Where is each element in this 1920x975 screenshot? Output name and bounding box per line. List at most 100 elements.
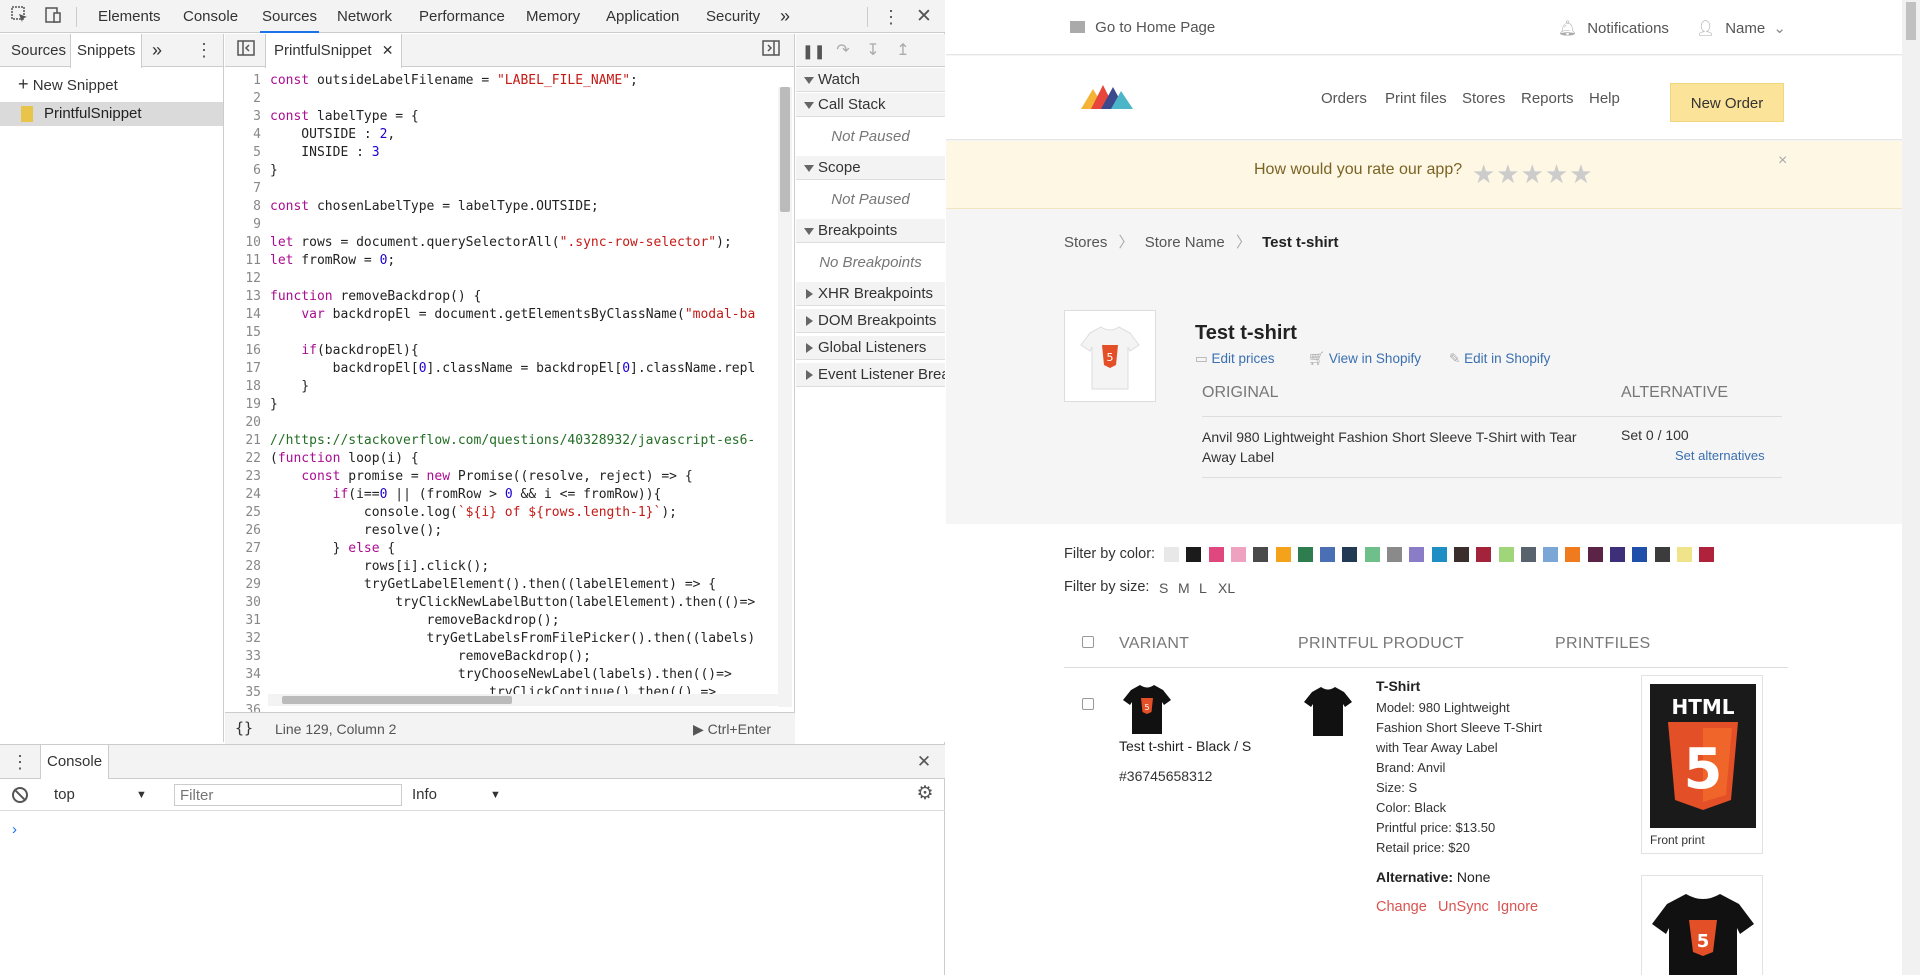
color-swatch[interactable] xyxy=(1565,547,1581,562)
size-filter-s[interactable]: S xyxy=(1159,580,1168,596)
view-in-shopify-link[interactable]: 🛒︎ View in Shopify xyxy=(1308,351,1421,367)
new-order-button[interactable]: New Order xyxy=(1670,83,1784,122)
tab-sources-nav[interactable]: Sources xyxy=(5,34,72,67)
context-select[interactable]: top ▼ xyxy=(52,784,152,806)
color-swatch[interactable] xyxy=(1164,547,1179,562)
color-swatch[interactable] xyxy=(1208,547,1224,562)
watch-section[interactable]: Watch xyxy=(796,68,945,92)
toggle-navigator-icon[interactable] xyxy=(235,40,257,62)
dom-breakpoints-section[interactable]: DOM Breakpoints xyxy=(796,309,945,333)
drawer-menu-icon[interactable]: ⋮ xyxy=(9,751,31,773)
editor-vertical-scrollbar[interactable] xyxy=(778,87,792,707)
home-link[interactable]: Go to Home Page xyxy=(1070,19,1215,36)
breakpoints-section[interactable]: Breakpoints xyxy=(796,219,945,243)
kebab-menu-icon[interactable]: ⋮ xyxy=(880,6,902,28)
breadcrumb-store-name[interactable]: Store Name xyxy=(1145,234,1225,251)
step-over-icon[interactable]: ↷ xyxy=(832,40,854,62)
color-swatch[interactable] xyxy=(1654,547,1670,562)
call-stack-section[interactable]: Call Stack xyxy=(796,93,945,117)
printful-logo[interactable] xyxy=(1081,85,1135,109)
size-filter-l[interactable]: L xyxy=(1199,580,1207,596)
console-filter-input[interactable] xyxy=(174,784,402,806)
set-alternatives-link[interactable]: Set alternatives xyxy=(1675,448,1765,463)
notifications-link[interactable]: 🔔︎ Notifications xyxy=(1558,19,1669,37)
color-swatch[interactable] xyxy=(1320,547,1336,562)
ignore-link[interactable]: Ignore xyxy=(1497,899,1538,915)
close-tab-icon[interactable]: ✕ xyxy=(382,42,394,58)
toggle-debugger-icon[interactable] xyxy=(760,40,782,62)
star-rating[interactable]: ★★★★★ xyxy=(1472,159,1594,190)
snippet-item[interactable]: PrintfulSnippet xyxy=(0,102,223,126)
nav-orders[interactable]: Orders xyxy=(1321,90,1367,107)
tab-memory[interactable]: Memory xyxy=(524,0,582,33)
close-devtools-icon[interactable]: ✕ xyxy=(913,6,935,28)
tab-elements[interactable]: Elements xyxy=(96,0,163,33)
color-swatch[interactable] xyxy=(1230,547,1246,562)
device-toolbar-icon[interactable] xyxy=(42,6,64,28)
color-swatch[interactable] xyxy=(1364,547,1380,562)
tab-security[interactable]: Security xyxy=(704,0,762,33)
color-swatch[interactable] xyxy=(1409,547,1425,562)
color-swatch[interactable] xyxy=(1297,547,1313,562)
event-listener-breakpoints-section[interactable]: Event Listener Breakpoints xyxy=(796,363,945,387)
page-scrollbar[interactable] xyxy=(1902,0,1920,975)
clear-console-icon[interactable] xyxy=(12,787,28,803)
code-lines[interactable]: const outsideLabelFilename = "LABEL_FILE… xyxy=(270,72,785,702)
run-snippet-button[interactable]: ▶ Ctrl+Enter xyxy=(693,721,771,738)
nav-reports[interactable]: Reports xyxy=(1521,90,1574,107)
select-all-checkbox[interactable] xyxy=(1082,636,1094,648)
console-prompt[interactable]: › xyxy=(12,821,17,838)
edit-prices-link[interactable]: ▭ Edit prices xyxy=(1195,351,1275,367)
color-swatch[interactable] xyxy=(1543,547,1559,562)
xhr-breakpoints-section[interactable]: XHR Breakpoints xyxy=(796,282,945,306)
color-swatch[interactable] xyxy=(1498,547,1514,562)
new-snippet-button[interactable]: + New Snippet xyxy=(18,74,118,95)
tab-sources[interactable]: Sources xyxy=(260,0,320,33)
step-out-icon[interactable]: ↥ xyxy=(892,40,914,62)
color-swatch[interactable] xyxy=(1699,547,1715,562)
color-swatch[interactable] xyxy=(1387,547,1402,562)
close-drawer-icon[interactable]: ✕ xyxy=(913,751,935,773)
tab-application[interactable]: Application xyxy=(604,0,681,33)
size-filter-xl[interactable]: XL xyxy=(1218,580,1235,596)
change-link[interactable]: Change xyxy=(1376,899,1427,915)
color-swatch[interactable] xyxy=(1676,547,1692,562)
color-swatch[interactable] xyxy=(1520,547,1536,562)
breadcrumb-stores[interactable]: Stores xyxy=(1064,234,1107,251)
nav-stores[interactable]: Stores xyxy=(1462,90,1505,107)
log-level-select[interactable]: Info ▼ xyxy=(412,784,512,806)
inspect-element-icon[interactable] xyxy=(9,6,31,28)
edit-in-shopify-link[interactable]: ✎ Edit in Shopify xyxy=(1449,351,1550,367)
drawer-tab-console[interactable]: Console xyxy=(40,745,110,779)
printfile-card[interactable]: HTML 5 Front print xyxy=(1641,675,1763,854)
code-editor[interactable]: 1 2 3 4 5 6 7 8 9 10 11 12 13 14 15 16 17 18 19 20 21 22 23 24 2… xyxy=(225,68,795,738)
more-nav-tabs-button[interactable]: » xyxy=(146,34,168,67)
printfile-card-2[interactable]: 5 xyxy=(1641,875,1763,975)
nav-help[interactable]: Help xyxy=(1589,90,1620,107)
tab-performance[interactable]: Performance xyxy=(417,0,507,33)
color-swatch[interactable] xyxy=(1275,547,1291,562)
tab-network[interactable]: Network xyxy=(335,0,394,33)
color-swatch[interactable] xyxy=(1453,547,1469,562)
tab-console[interactable]: Console xyxy=(181,0,240,33)
navigator-menu-icon[interactable]: ⋮ xyxy=(193,39,215,61)
unsync-link[interactable]: UnSync xyxy=(1438,899,1489,915)
color-swatch[interactable] xyxy=(1253,547,1269,562)
editor-horizontal-scrollbar[interactable] xyxy=(268,694,788,706)
user-menu[interactable]: 👤︎ Name ⌄ xyxy=(1696,19,1786,37)
color-swatch[interactable] xyxy=(1476,547,1492,562)
color-swatch[interactable] xyxy=(1587,547,1603,562)
pause-icon[interactable]: ❚❚ xyxy=(802,40,825,62)
scope-section[interactable]: Scope xyxy=(796,156,945,180)
close-banner-icon[interactable]: × xyxy=(1778,152,1787,170)
more-tabs-button[interactable]: » xyxy=(778,0,792,33)
tab-snippets[interactable]: Snippets xyxy=(70,34,143,68)
file-tab[interactable]: PrintfulSnippet ✕ xyxy=(265,34,403,68)
color-swatch[interactable] xyxy=(1342,547,1358,562)
variant-checkbox[interactable] xyxy=(1082,698,1094,710)
step-into-icon[interactable]: ↧ xyxy=(862,40,884,62)
global-listeners-section[interactable]: Global Listeners xyxy=(796,336,945,360)
color-swatch[interactable] xyxy=(1632,547,1648,562)
size-filter-m[interactable]: M xyxy=(1178,580,1190,596)
color-swatch[interactable] xyxy=(1610,547,1625,562)
